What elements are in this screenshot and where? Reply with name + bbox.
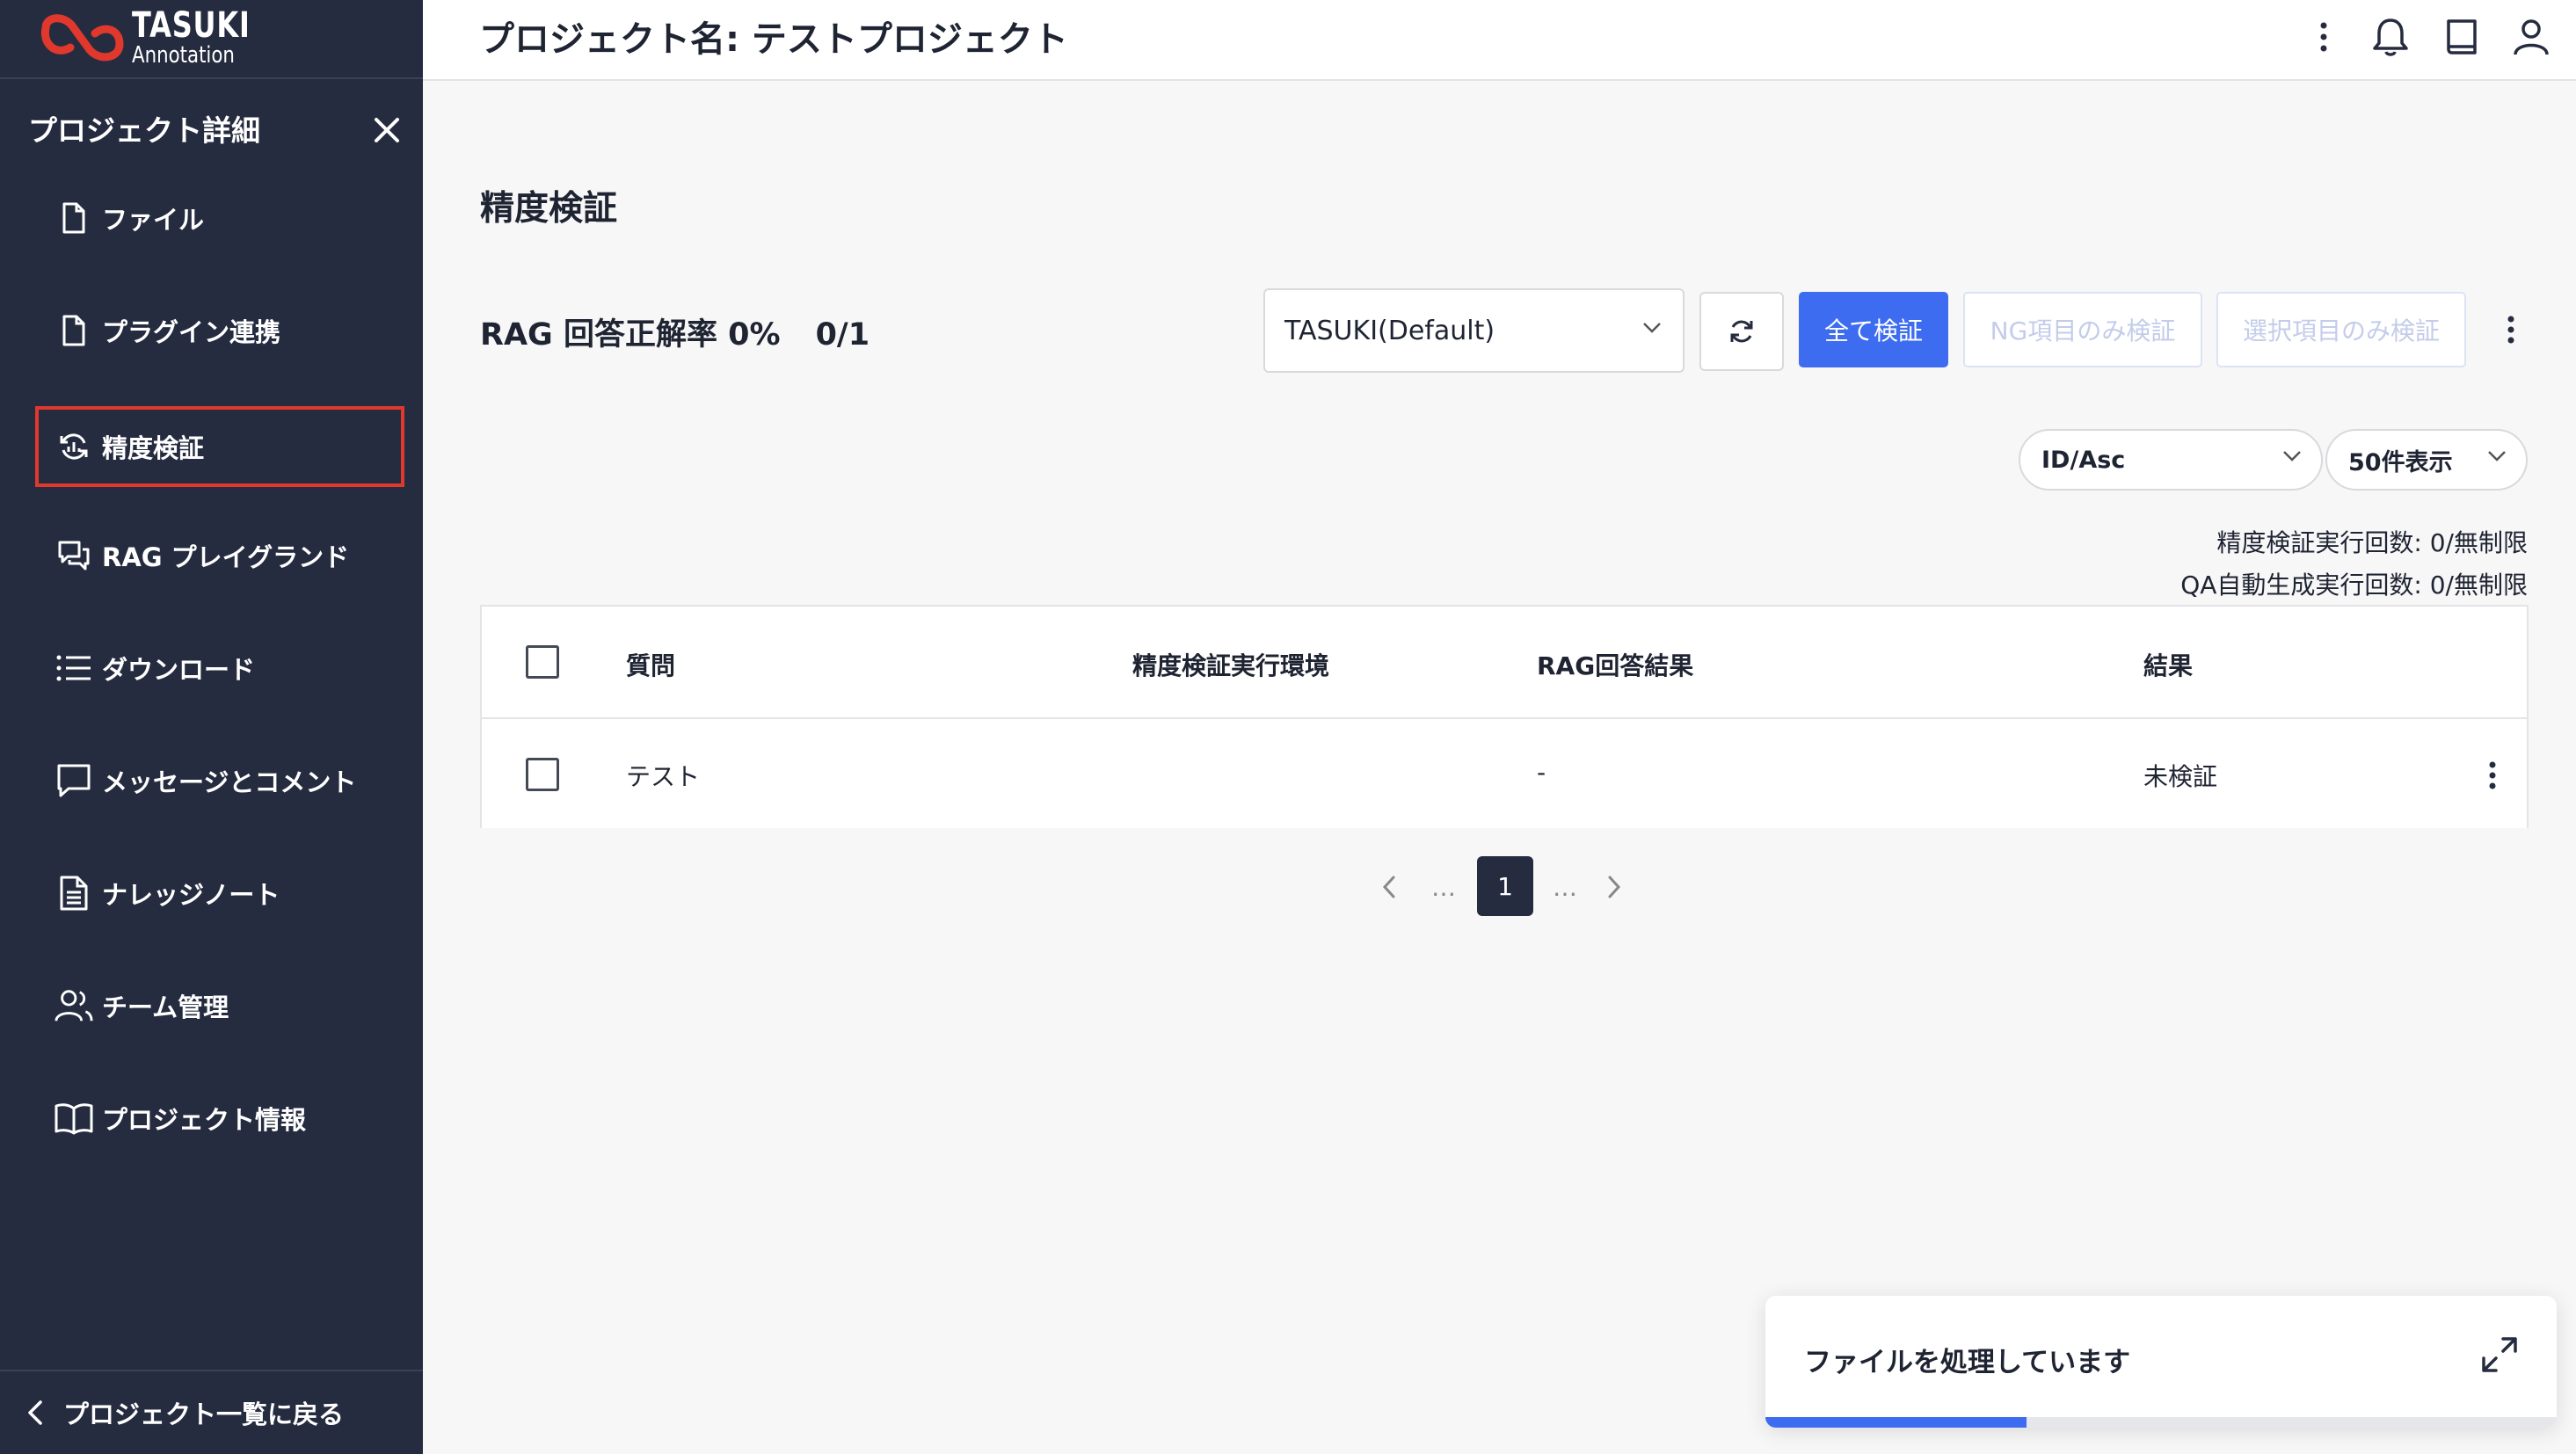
more-vertical-icon[interactable] <box>2493 308 2529 352</box>
message-icon <box>55 761 93 800</box>
page-title: プロジェクト名: テストプロジェクト <box>479 19 1068 60</box>
back-to-projects-link[interactable]: プロジェクト一覧に戻る <box>0 1370 423 1454</box>
pagination: … 1 … <box>1372 856 1635 918</box>
sidebar-item-file[interactable]: ファイル <box>35 178 404 258</box>
next-page-button[interactable] <box>1597 856 1632 918</box>
verify-quota-text: 精度検証実行回数: 0/無制限 <box>2216 528 2528 557</box>
book-icon <box>55 1099 93 1138</box>
sidebar-item-accuracy[interactable]: 精度検証 <box>35 406 404 487</box>
qa-quota-text: QA自動生成実行回数: 0/無制限 <box>2180 571 2528 600</box>
rag-accuracy-summary: RAG 回答正解率 0% 0/1 <box>480 309 870 354</box>
pagination-ellipsis: … <box>1431 872 1456 902</box>
chevron-left-icon <box>28 1400 42 1425</box>
processing-toast: ファイルを処理しています <box>1765 1296 2557 1428</box>
rag-accuracy-rate: RAG 回答正解率 0% <box>480 317 781 353</box>
sidebar-item-label: プロジェクト情報 <box>102 1105 307 1135</box>
model-select-value: TASUKI(Default) <box>1284 315 1495 346</box>
document-icon <box>55 874 93 912</box>
sidebar-item-label: ナレッジノート <box>102 880 280 910</box>
cell-rag-result: - <box>1537 758 1546 787</box>
sidebar-item-team[interactable]: チーム管理 <box>35 966 404 1045</box>
sidebar-item-plugin[interactable]: プラグイン連携 <box>35 291 404 370</box>
back-to-projects-label: プロジェクト一覧に戻る <box>63 1399 345 1429</box>
file-icon <box>55 311 93 350</box>
expand-icon[interactable] <box>2478 1333 2521 1377</box>
sidebar-header: プロジェクト詳細 <box>28 113 260 148</box>
logo-icon <box>40 14 124 62</box>
cell-question: テスト <box>626 762 701 791</box>
table-header: 質問 精度検証実行環境 RAG回答結果 結果 <box>482 607 2527 719</box>
chevron-down-icon <box>1643 323 1661 333</box>
sidebar-item-label: ダウンロード <box>102 655 256 685</box>
page-button-current[interactable]: 1 <box>1477 856 1533 916</box>
user-icon[interactable] <box>2507 12 2556 62</box>
model-select[interactable]: TASUKI(Default) <box>1263 288 1685 373</box>
cell-result: 未検証 <box>2143 762 2218 791</box>
more-vertical-icon[interactable] <box>2299 12 2348 62</box>
column-header-rag-result: RAG回答結果 <box>1537 651 1694 680</box>
sidebar-item-label: ファイル <box>102 205 205 235</box>
sidebar-item-knowledge-note[interactable]: ナレッジノート <box>35 854 404 933</box>
sidebar-item-label: 精度検証 <box>102 433 205 463</box>
list-icon <box>55 649 93 687</box>
file-icon <box>55 199 93 237</box>
verification-table: 質問 精度検証実行環境 RAG回答結果 結果 テスト - 未検証 <box>480 605 2529 828</box>
prev-page-button[interactable] <box>1372 856 1407 918</box>
page-size-value: 50件表示 <box>2348 448 2453 476</box>
more-vertical-icon[interactable] <box>2479 758 2506 793</box>
select-all-checkbox[interactable] <box>526 645 559 679</box>
chat-icon <box>55 536 93 575</box>
chevron-down-icon <box>2283 451 2301 462</box>
sort-select[interactable]: ID/Asc <box>2019 429 2323 491</box>
top-bar: プロジェクト名: テストプロジェクト <box>423 0 2576 81</box>
sidebar-item-download[interactable]: ダウンロード <box>35 629 404 708</box>
chevron-down-icon <box>2488 451 2506 462</box>
team-icon <box>55 986 93 1025</box>
toast-message: ファイルを処理しています <box>1804 1347 2131 1378</box>
progress-bar <box>1765 1417 2557 1428</box>
verify-ng-button[interactable]: NG項目のみ検証 <box>1963 292 2202 367</box>
bell-icon[interactable] <box>2366 12 2415 62</box>
verify-selected-button[interactable]: 選択項目のみ検証 <box>2216 292 2466 367</box>
book-icon[interactable] <box>2437 12 2486 62</box>
page-size-select[interactable]: 50件表示 <box>2325 429 2528 491</box>
section-title: 精度検証 <box>480 189 618 229</box>
refresh-icon <box>1730 320 1753 343</box>
logo-title: TASUKI <box>132 5 251 46</box>
sidebar-item-rag-playground[interactable]: RAG プレイグランド <box>35 516 404 595</box>
rag-accuracy-fraction: 0/1 <box>815 317 870 353</box>
refresh-chart-icon <box>55 427 93 466</box>
column-header-result: 結果 <box>2143 651 2194 680</box>
row-checkbox[interactable] <box>526 758 559 791</box>
sidebar-item-project-info[interactable]: プロジェクト情報 <box>35 1079 404 1158</box>
sidebar-item-label: チーム管理 <box>102 992 229 1022</box>
sidebar: TASUKI Annotation プロジェクト詳細 ファイル プラグイン連携 … <box>0 0 423 1454</box>
chevron-right-icon <box>1608 876 1621 898</box>
column-header-question: 質問 <box>626 651 676 680</box>
column-header-environment: 精度検証実行環境 <box>1132 651 1330 680</box>
pagination-ellipsis: … <box>1553 872 1577 902</box>
chevron-left-icon <box>1382 876 1395 898</box>
refresh-button[interactable] <box>1699 292 1784 371</box>
close-icon[interactable] <box>369 113 404 148</box>
logo-subtitle: Annotation <box>132 42 235 69</box>
sidebar-item-label: RAG プレイグランド <box>102 542 350 572</box>
sort-select-value: ID/Asc <box>2041 446 2126 474</box>
sidebar-item-label: メッセージとコメント <box>102 767 357 797</box>
logo[interactable]: TASUKI Annotation <box>0 0 423 79</box>
sidebar-item-label: プラグイン連携 <box>102 317 281 347</box>
verify-all-button[interactable]: 全て検証 <box>1799 292 1948 367</box>
progress-bar-fill <box>1765 1417 2027 1428</box>
sidebar-item-messages[interactable]: メッセージとコメント <box>35 741 404 820</box>
